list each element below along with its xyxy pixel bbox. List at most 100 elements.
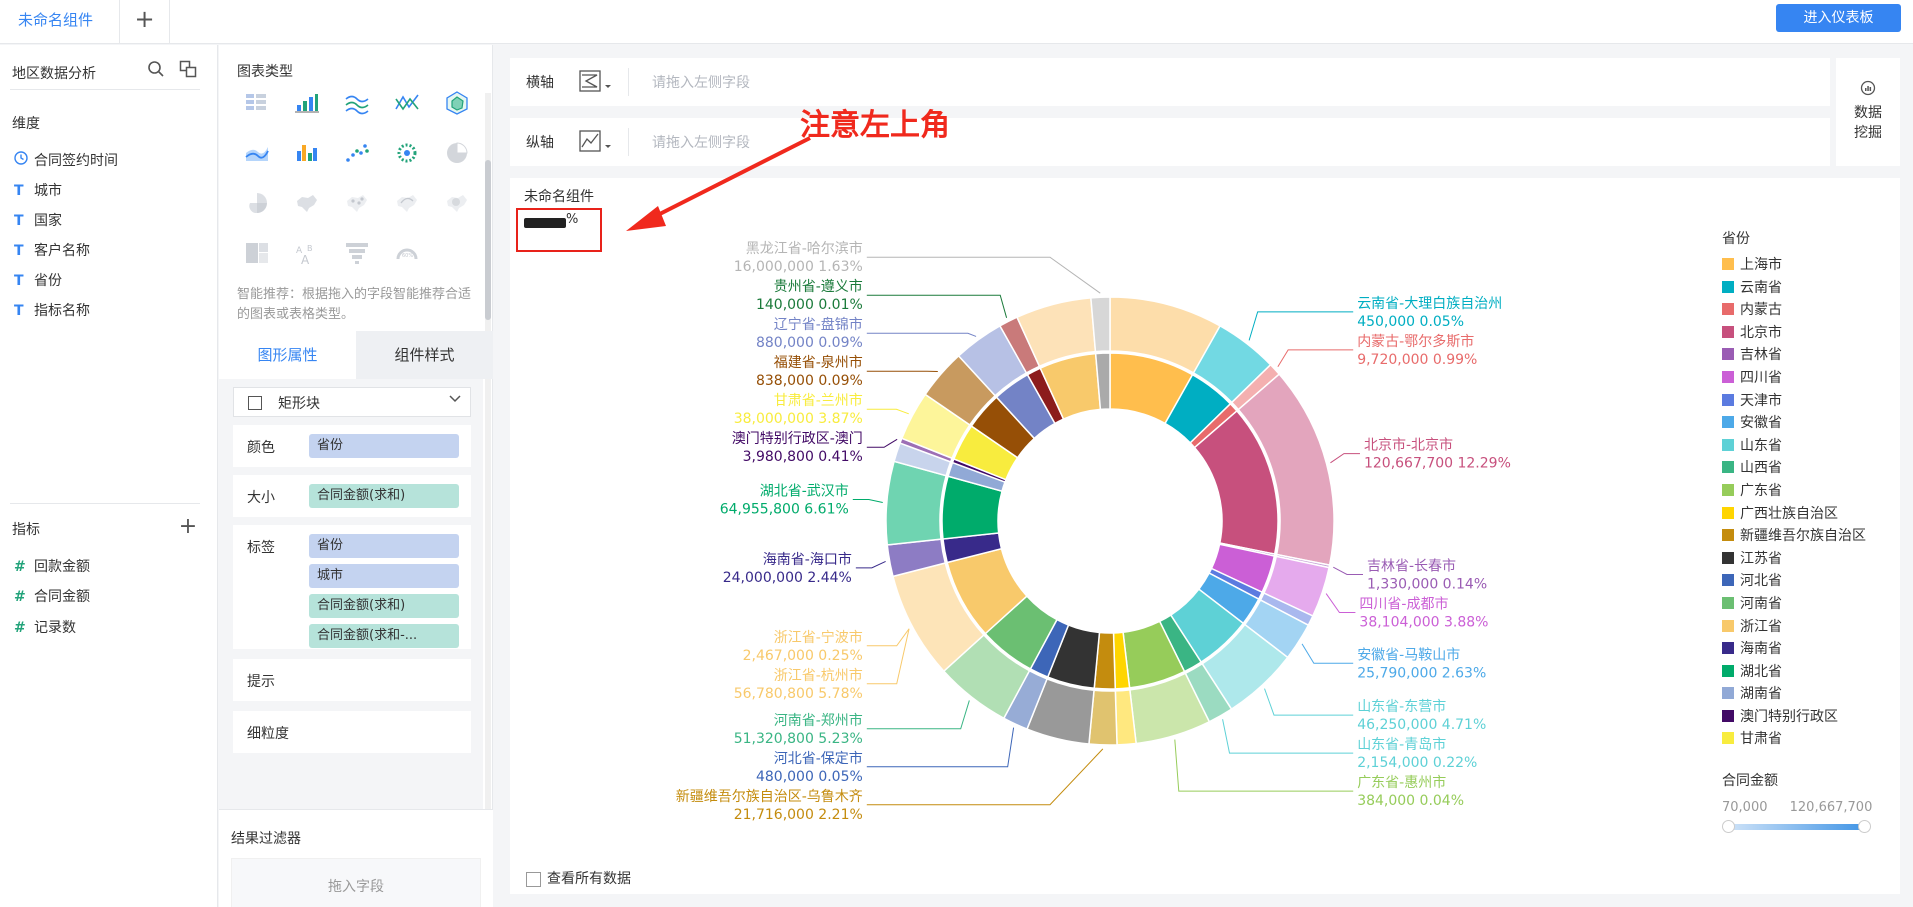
label-leader-line xyxy=(866,727,1015,768)
slice-label-value: 21,716,000 2.21% xyxy=(734,807,863,823)
data-mining-label-line2: 挖掘 xyxy=(1854,125,1882,141)
label-field-pill[interactable]: 城市 xyxy=(309,564,459,588)
legend-item[interactable]: 河南省 xyxy=(1722,593,1902,616)
legend-item[interactable]: 天津市 xyxy=(1722,390,1902,413)
legend-item[interactable]: 四川省 xyxy=(1722,367,1902,390)
field-country[interactable]: T 国家 xyxy=(14,209,62,233)
table-chart-icon[interactable] xyxy=(243,89,271,117)
legend-item[interactable]: 内蒙古 xyxy=(1722,299,1902,322)
field-customer-name[interactable]: T 客户名称 xyxy=(14,239,90,263)
pie-chart-icon[interactable] xyxy=(443,139,471,167)
tab-unnamed-component[interactable]: 未命名组件 xyxy=(0,0,120,44)
map-chart-icon[interactable] xyxy=(293,189,321,217)
label-leader-line xyxy=(852,499,883,503)
chevron-down-icon xyxy=(448,391,462,409)
legend-item[interactable]: 云南省 xyxy=(1722,277,1902,300)
label-field-pill[interactable]: 合同金额(求和-... xyxy=(309,624,459,648)
legend-item[interactable]: 广西壮族自治区 xyxy=(1722,503,1902,526)
tab-graph-properties[interactable]: 图形属性 xyxy=(219,331,356,379)
config-scrollbar-thumb[interactable] xyxy=(485,160,491,320)
legend-item[interactable]: 海南省 xyxy=(1722,638,1902,661)
area-chart-icon[interactable] xyxy=(243,139,271,167)
filter-drop-zone[interactable]: 拖入字段 xyxy=(231,858,481,907)
funnel-chart-icon[interactable] xyxy=(343,239,371,267)
field-province[interactable]: T 省份 xyxy=(14,269,62,293)
heat-map-icon[interactable] xyxy=(443,189,471,217)
field-city[interactable]: T 城市 xyxy=(14,179,62,203)
legend-swatch xyxy=(1722,642,1734,655)
field-contract-time[interactable]: 合同签约时间 xyxy=(14,149,118,173)
legend-item[interactable]: 湖北省 xyxy=(1722,661,1902,684)
field-record-count[interactable]: # 记录数 xyxy=(14,616,76,640)
line-chart-icon[interactable] xyxy=(343,89,371,117)
grouped-bar-icon[interactable] xyxy=(293,139,321,167)
legend-item[interactable]: 浙江省 xyxy=(1722,616,1902,639)
view-all-data-checkbox[interactable]: 查看所有数据 xyxy=(526,868,631,888)
combo-line-chart-icon[interactable] xyxy=(393,89,421,117)
field-payment-amount[interactable]: # 回款金额 xyxy=(14,555,90,579)
word-cloud-icon[interactable]: ABA xyxy=(293,239,321,267)
corner-percent-label: % xyxy=(566,212,579,227)
tab-component-style[interactable]: 组件样式 xyxy=(356,331,493,379)
add-measure-icon[interactable]: + xyxy=(178,516,198,538)
scatter-map-icon[interactable] xyxy=(343,189,371,217)
radar-chart-icon[interactable] xyxy=(443,89,471,117)
treemap-icon[interactable] xyxy=(243,239,271,267)
slider-handle-min[interactable] xyxy=(1722,820,1735,833)
slice-label-name: 山东省-东营市 xyxy=(1357,698,1446,715)
color-row: 颜色 省份 xyxy=(233,425,471,467)
checkbox-box[interactable] xyxy=(526,871,541,887)
switch-dataset-icon[interactable] xyxy=(178,60,198,80)
size-range-slider[interactable] xyxy=(1722,819,1872,833)
legend-items: 上海市 云南省 内蒙古 北京市 吉林省 四川省 天津市 安徽省山东省山西省 广东省 广西壮族自治区… xyxy=(1722,254,1902,751)
label-leader-line xyxy=(866,700,970,730)
label-leader-line xyxy=(1301,643,1354,664)
bar-chart-icon[interactable] xyxy=(293,89,321,117)
label-leader-line xyxy=(1174,739,1354,792)
legend-item-label: 山东省 xyxy=(1740,437,1782,454)
legend-item[interactable]: 新疆维吾尔族自治区 xyxy=(1722,525,1902,548)
slice-label-value: 56,780,800 5.78% xyxy=(734,686,863,702)
slice-label-name: 福建省-泉州市 xyxy=(774,354,863,371)
search-icon[interactable] xyxy=(146,60,166,80)
x-axis-drop-input[interactable]: 请拖入左侧字段 xyxy=(652,72,750,92)
bubble-ring-icon[interactable] xyxy=(393,139,421,167)
legend-item[interactable]: 安徽省 xyxy=(1722,412,1902,435)
scatter-chart-icon[interactable] xyxy=(343,139,371,167)
field-contract-amount[interactable]: # 合同金额 xyxy=(14,585,90,609)
data-mining-button[interactable]: 数据 挖掘 xyxy=(1836,58,1900,166)
gauge-chart-icon[interactable]: 60% xyxy=(393,239,421,267)
property-tabs: 图形属性 组件样式 xyxy=(219,331,493,379)
granularity-row[interactable]: 细粒度 xyxy=(233,711,471,753)
obscured-label-bar xyxy=(524,218,566,228)
legend-item[interactable]: 澳门特别行政区 xyxy=(1722,706,1902,729)
label-field-pill[interactable]: 省份 xyxy=(309,534,459,558)
size-legend-min: 70,000 xyxy=(1722,800,1768,815)
legend-item[interactable]: 上海市 xyxy=(1722,254,1902,277)
shape-select[interactable]: 矩形块 xyxy=(233,387,471,417)
legend-item[interactable]: 湖南省 xyxy=(1722,683,1902,706)
flow-map-icon[interactable] xyxy=(393,189,421,217)
legend-item[interactable]: 甘肃省 xyxy=(1722,728,1902,751)
legend-item[interactable]: 北京市 xyxy=(1722,322,1902,345)
enter-dashboard-button[interactable]: 进入仪表板 xyxy=(1776,4,1901,32)
legend-item[interactable]: 江苏省 xyxy=(1722,548,1902,571)
tooltip-row[interactable]: 提示 xyxy=(233,659,471,701)
svg-text:B: B xyxy=(307,244,313,253)
field-indicator-name[interactable]: T 指标名称 xyxy=(14,299,90,323)
legend-item[interactable]: 山东省 xyxy=(1722,435,1902,458)
size-field-pill[interactable]: 合同金额(求和) xyxy=(309,484,459,508)
axis-type-icon[interactable] xyxy=(578,69,614,95)
legend-item[interactable]: 河北省 xyxy=(1722,570,1902,593)
rose-chart-icon[interactable] xyxy=(243,189,271,217)
add-tab-button[interactable]: + xyxy=(120,0,170,44)
slider-handle-max[interactable] xyxy=(1858,820,1871,833)
label-field-pill[interactable]: 合同金额(求和) xyxy=(309,594,459,618)
divider xyxy=(10,89,200,90)
legend-item[interactable]: 广东省 xyxy=(1722,480,1902,503)
legend-item[interactable]: 吉林省 xyxy=(1722,344,1902,367)
color-field-pill[interactable]: 省份 xyxy=(309,434,459,458)
slice-label-value: 880,000 0.09% xyxy=(756,335,863,351)
shape-select-value: 矩形块 xyxy=(278,396,320,412)
legend-item[interactable]: 山西省 xyxy=(1722,457,1902,480)
